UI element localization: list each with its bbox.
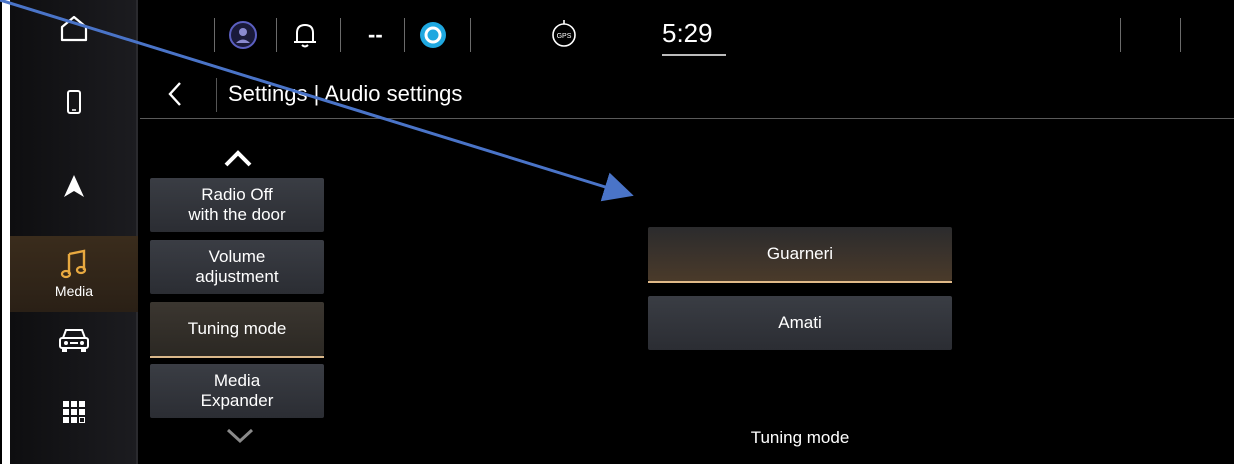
annotation-arrow-icon [0, 0, 634, 202]
